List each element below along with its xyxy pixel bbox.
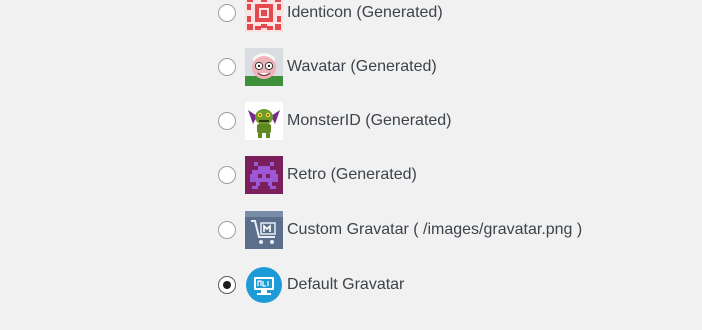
avatar-option-label: Default Gravatar	[287, 276, 405, 293]
wavatar-icon	[245, 48, 283, 86]
avatar-option-default-gravatar[interactable]: Default Gravatar	[218, 265, 404, 305]
avatar-option-retro[interactable]: Retro (Generated)	[218, 155, 417, 195]
retro-icon	[245, 156, 283, 194]
radio-selected-dot	[223, 281, 231, 289]
avatar-radio-monsterid[interactable]	[218, 112, 236, 130]
avatar-option-label: Identicon (Generated)	[287, 4, 443, 21]
avatar-option-label: Custom Gravatar ( /images/gravatar.png )	[287, 221, 583, 238]
identicon-icon	[245, 0, 283, 32]
avatar-option-identicon[interactable]: Identicon (Generated)	[218, 0, 443, 33]
monsterid-icon	[245, 102, 283, 140]
avatar-option-label: MonsterID (Generated)	[287, 112, 452, 129]
avatar-radio-custom-gravatar[interactable]	[218, 221, 236, 239]
avatar-option-monsterid[interactable]: MonsterID (Generated)	[218, 101, 452, 141]
avatar-radio-wavatar[interactable]	[218, 58, 236, 76]
avatar-option-custom-gravatar[interactable]: Custom Gravatar ( /images/gravatar.png )	[218, 210, 582, 250]
avatar-radio-default-gravatar[interactable]	[218, 276, 236, 294]
avatar-radio-identicon[interactable]	[218, 4, 236, 22]
avatar-option-label: Retro (Generated)	[287, 166, 417, 183]
default-gravatar-icon	[245, 266, 283, 304]
avatar-option-label: Wavatar (Generated)	[287, 58, 437, 75]
avatar-option-wavatar[interactable]: Wavatar (Generated)	[218, 47, 437, 87]
avatar-radio-retro[interactable]	[218, 166, 236, 184]
custom-gravatar-icon	[245, 211, 283, 249]
